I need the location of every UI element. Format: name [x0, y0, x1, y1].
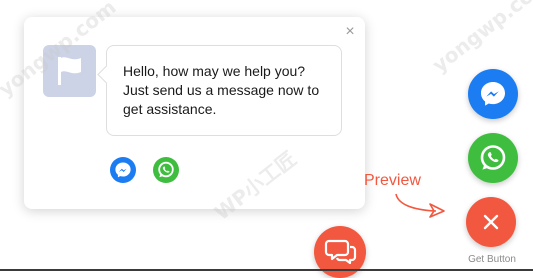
- messenger-icon: [110, 157, 136, 183]
- message-bubble: Hello, how may we help you? Just send us…: [97, 45, 342, 136]
- chat-popup: × Hello, how may we help you? Just send …: [24, 17, 365, 209]
- message-line: Just send us a message now to: [123, 82, 320, 98]
- message-line: get assistance.: [123, 101, 217, 117]
- whatsapp-icon: [153, 157, 179, 183]
- whatsapp-float-button[interactable]: [468, 133, 518, 183]
- preview-label: Preview: [364, 172, 421, 189]
- whatsapp-icon: [480, 145, 506, 170]
- whatsapp-channel-button[interactable]: [152, 156, 180, 184]
- messenger-float-button[interactable]: [468, 69, 518, 119]
- close-icon[interactable]: ×: [342, 23, 358, 41]
- flag-icon: [58, 57, 81, 85]
- bubble-tail: [97, 65, 116, 84]
- messenger-icon: [481, 82, 505, 106]
- message-line: Hello, how may we help you?: [123, 63, 306, 79]
- messenger-channel-button[interactable]: [109, 156, 137, 184]
- avatar: [43, 45, 96, 97]
- watermark: yongwp.com: [427, 0, 533, 78]
- curved-arrow-icon: [395, 193, 445, 218]
- get-button-link[interactable]: Get Button: [456, 254, 528, 265]
- close-icon: [483, 214, 499, 230]
- close-float-button[interactable]: [466, 197, 516, 247]
- welcome-message: Hello, how may we help you? Just send us…: [123, 62, 333, 119]
